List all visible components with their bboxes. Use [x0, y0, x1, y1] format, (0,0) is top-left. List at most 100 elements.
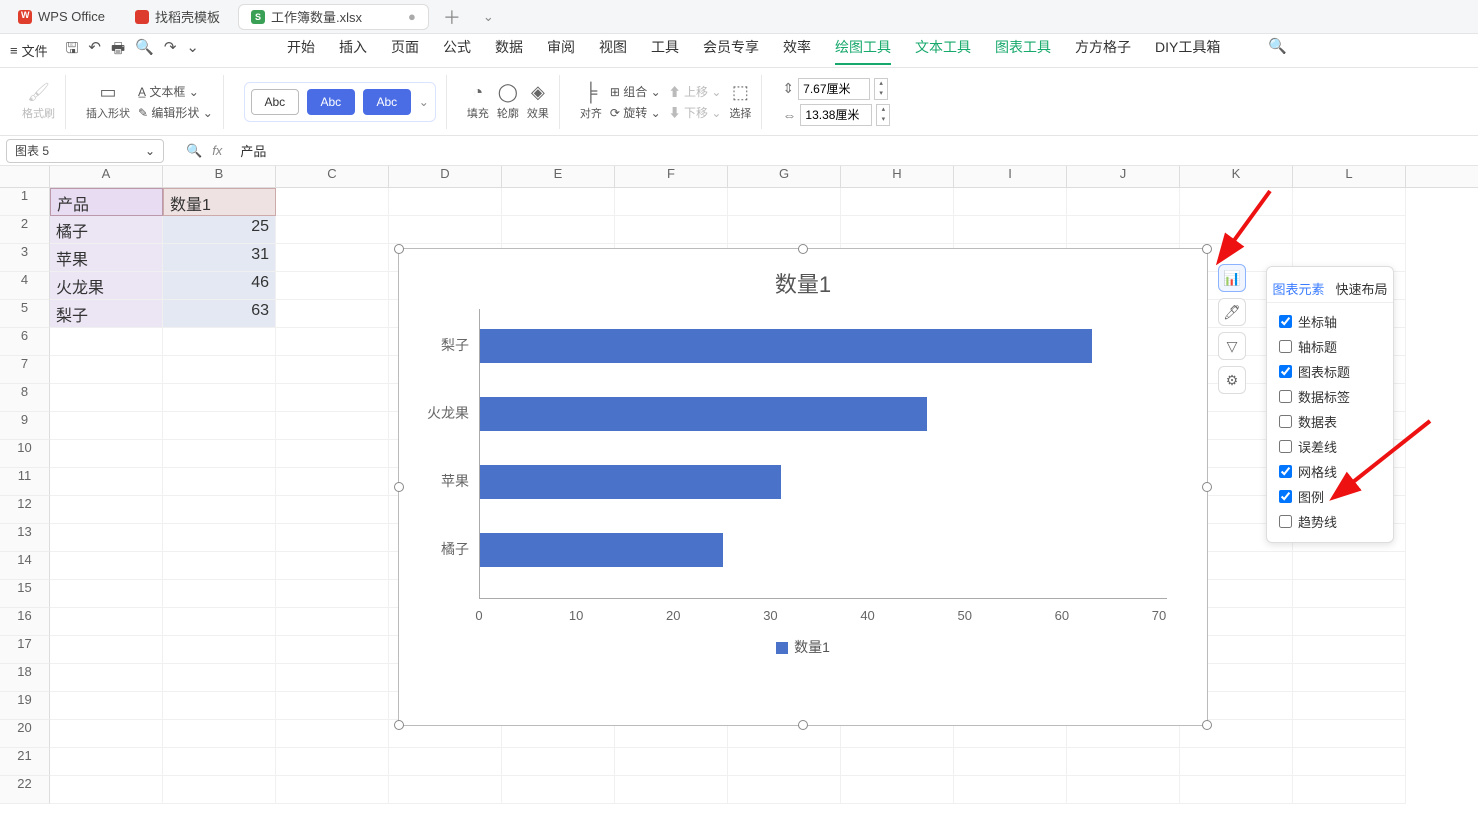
cell[interactable]: [163, 636, 276, 664]
cell[interactable]: [163, 720, 276, 748]
chart-element-option[interactable]: 图例: [1267, 484, 1393, 509]
cell[interactable]: [163, 356, 276, 384]
row-header[interactable]: 17: [0, 636, 50, 664]
col-header[interactable]: A: [50, 166, 163, 187]
cell[interactable]: [1293, 664, 1406, 692]
cell[interactable]: [50, 748, 163, 776]
save-icon[interactable]: 🖫: [66, 38, 79, 63]
cell[interactable]: [163, 776, 276, 804]
menu-data[interactable]: 数据: [495, 37, 523, 65]
search-icon[interactable]: 🔍: [1268, 37, 1287, 65]
cell[interactable]: [276, 356, 389, 384]
chart-element-option[interactable]: 数据表: [1267, 409, 1393, 434]
cell[interactable]: 梨子: [50, 300, 163, 328]
move-up-button[interactable]: ⬆ 上移 ⌄: [669, 83, 722, 100]
cell[interactable]: 46: [163, 272, 276, 300]
cell[interactable]: [276, 552, 389, 580]
cell[interactable]: [50, 608, 163, 636]
cell[interactable]: [615, 188, 728, 216]
textbox-button[interactable]: A̲ 文本框 ⌄: [138, 83, 213, 100]
cell[interactable]: [276, 776, 389, 804]
chart-bar[interactable]: [480, 329, 1092, 363]
chart-element-option[interactable]: 图表标题: [1267, 359, 1393, 384]
menu-insert[interactable]: 插入: [339, 37, 367, 65]
cell[interactable]: [1067, 216, 1180, 244]
row-header[interactable]: 2: [0, 216, 50, 244]
align-button[interactable]: ╞对齐: [580, 82, 602, 121]
menu-fanggezi[interactable]: 方方格子: [1075, 37, 1131, 65]
col-header[interactable]: B: [163, 166, 276, 187]
cell[interactable]: [276, 664, 389, 692]
row-header[interactable]: 1: [0, 188, 50, 216]
cell[interactable]: [1293, 608, 1406, 636]
cell[interactable]: [502, 748, 615, 776]
row-header[interactable]: 19: [0, 692, 50, 720]
cell[interactable]: [50, 552, 163, 580]
row-header[interactable]: 5: [0, 300, 50, 328]
menu-page[interactable]: 页面: [391, 37, 419, 65]
popup-tab-layout[interactable]: 快速布局: [1330, 275, 1393, 302]
row-header[interactable]: 3: [0, 244, 50, 272]
cell[interactable]: [502, 188, 615, 216]
tab-template[interactable]: 找稻壳模板: [123, 4, 232, 30]
cell[interactable]: [1067, 188, 1180, 216]
cell[interactable]: [954, 216, 1067, 244]
menu-tools[interactable]: 工具: [651, 37, 679, 65]
cell[interactable]: [276, 608, 389, 636]
cell[interactable]: [276, 384, 389, 412]
chart-bar[interactable]: [480, 465, 781, 499]
cell[interactable]: [276, 188, 389, 216]
group-button[interactable]: ⊞ 组合 ⌄: [610, 83, 661, 100]
print-icon[interactable]: 🖶: [111, 38, 125, 63]
cell[interactable]: [389, 216, 502, 244]
cell[interactable]: [163, 328, 276, 356]
col-header[interactable]: G: [728, 166, 841, 187]
cell[interactable]: [163, 524, 276, 552]
chart-styles-button[interactable]: 🖊: [1218, 298, 1246, 326]
row-header[interactable]: 8: [0, 384, 50, 412]
chart-object[interactable]: 数量1 梨子火龙果苹果橘子010203040506070 数量1: [398, 248, 1208, 726]
outline-button[interactable]: ◯轮廓: [497, 82, 519, 121]
cell[interactable]: 31: [163, 244, 276, 272]
cell[interactable]: [50, 412, 163, 440]
cell[interactable]: [1180, 216, 1293, 244]
cell[interactable]: [276, 412, 389, 440]
select-button[interactable]: ⬚选择: [729, 82, 751, 121]
style-preset-2[interactable]: Abc: [307, 89, 355, 115]
zoom-icon[interactable]: 🔍: [186, 143, 202, 159]
cell[interactable]: [1180, 776, 1293, 804]
col-header[interactable]: I: [954, 166, 1067, 187]
cell[interactable]: [389, 188, 502, 216]
cell[interactable]: [276, 216, 389, 244]
tab-wps[interactable]: WPS Office: [6, 4, 117, 30]
chart-element-option[interactable]: 坐标轴: [1267, 309, 1393, 334]
cell[interactable]: [841, 188, 954, 216]
menu-review[interactable]: 审阅: [547, 37, 575, 65]
row-header[interactable]: 7: [0, 356, 50, 384]
cell[interactable]: [954, 776, 1067, 804]
cell[interactable]: [163, 748, 276, 776]
cell[interactable]: [50, 356, 163, 384]
menu-view[interactable]: 视图: [599, 37, 627, 65]
menu-formula[interactable]: 公式: [443, 37, 471, 65]
cell[interactable]: [276, 328, 389, 356]
preview-icon[interactable]: 🔍: [135, 38, 154, 63]
row-header[interactable]: 14: [0, 552, 50, 580]
col-header[interactable]: J: [1067, 166, 1180, 187]
cell[interactable]: [502, 216, 615, 244]
effect-button[interactable]: ◈效果: [527, 82, 549, 121]
cell[interactable]: [1293, 580, 1406, 608]
chart-plot-area[interactable]: 梨子火龙果苹果橘子010203040506070: [479, 309, 1167, 629]
cell[interactable]: [163, 468, 276, 496]
cell[interactable]: [1293, 552, 1406, 580]
row-header[interactable]: 20: [0, 720, 50, 748]
tab-file[interactable]: S工作簿数量.xlsx●: [238, 4, 429, 30]
cell[interactable]: [50, 664, 163, 692]
cell[interactable]: [276, 440, 389, 468]
cell[interactable]: [615, 748, 728, 776]
chart-element-option[interactable]: 趋势线: [1267, 509, 1393, 534]
cell[interactable]: [50, 524, 163, 552]
file-menu[interactable]: ≡文件: [0, 41, 58, 60]
new-tab-button[interactable]: ＋: [435, 4, 469, 30]
more-icon[interactable]: ⌄: [186, 38, 199, 63]
